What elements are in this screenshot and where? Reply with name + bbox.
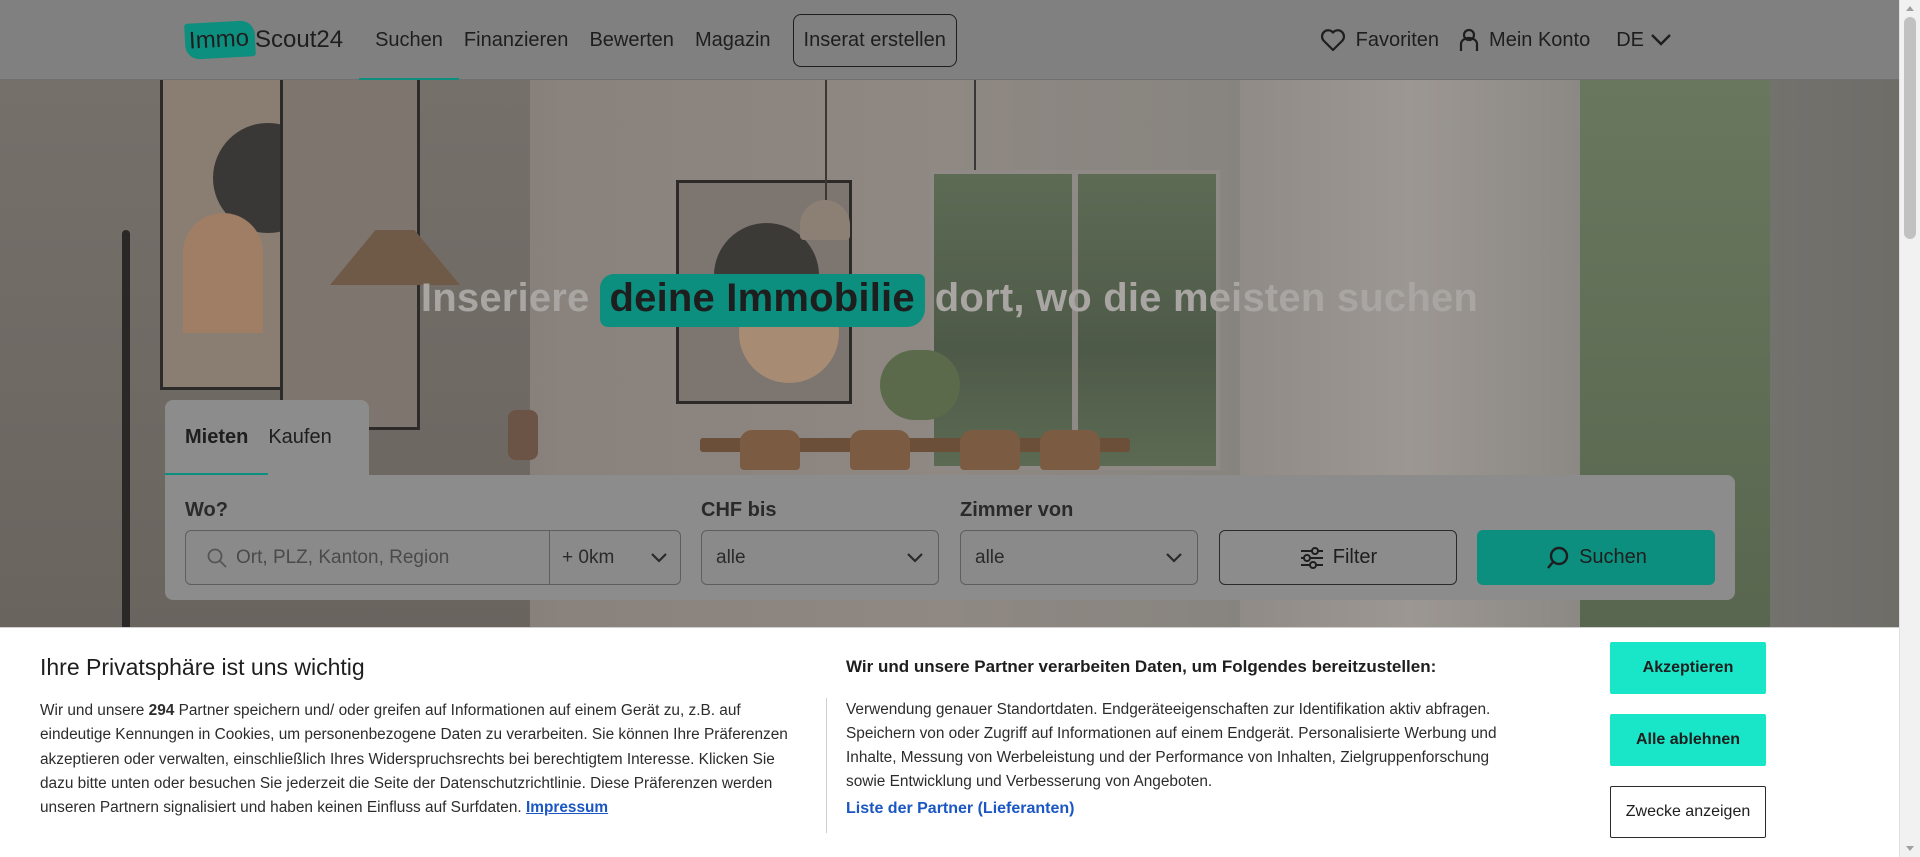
chevron-down-icon [1166,552,1182,563]
location-placeholder: Ort, PLZ, Kanton, Region [236,546,450,568]
search-panel: Wo? Ort, PLZ, Kanton, Region + 0km CHF b… [165,475,1735,600]
radius-value: + 0km [562,546,615,568]
account-link[interactable]: Mein Konto [1459,28,1590,52]
filter-label: Filter [1332,546,1378,568]
nav-finanzieren[interactable]: Finanzieren [464,0,569,80]
price-select[interactable]: alle [701,530,939,585]
cookie-divider [826,698,827,833]
search-label: Suchen [1579,546,1647,568]
logo-immo: Immo [184,20,256,60]
logo-scout: Scout24 [255,26,344,53]
search-tabs: Mieten Kaufen [165,400,369,475]
cookie-text-after: Partner speichern und/ oder greifen auf … [40,702,788,817]
scrollbar-thumb[interactable] [1904,17,1916,239]
favorites-label: Favoriten [1355,28,1440,51]
headline-highlight: deine Immobilie [599,274,925,327]
accept-button[interactable]: Akzeptieren [1610,642,1766,694]
location-input[interactable]: Ort, PLZ, Kanton, Region [185,530,550,585]
cookie-text-before: Wir und unsere [40,702,149,719]
price-label: CHF bis [701,499,777,521]
hero-headline: Inseriere deine Immobilie dort, wo die mei… [0,274,1899,327]
chevron-down-icon [907,552,923,563]
chevron-down-icon [651,552,667,563]
partner-count: 294 [148,702,175,719]
rooms-value: alle [975,546,1005,568]
price-value: alle [716,546,746,568]
filter-button[interactable]: Filter [1219,530,1457,585]
scroll-down-arrow[interactable] [1906,846,1914,851]
headline-after: dort, wo die meisten suchen [934,276,1479,320]
tab-kaufen[interactable]: Kaufen [268,400,351,475]
scrollbar[interactable] [1899,0,1920,857]
partners-link[interactable]: Liste der Partner (Lieferanten) [846,800,1075,818]
reject-all-button[interactable]: Alle ablehnen [1610,714,1766,766]
main-nav: Suchen Finanzieren Bewerten Magazin Inse… [359,0,957,80]
nav-bewerten[interactable]: Bewerten [589,0,674,80]
search-button[interactable]: Suchen [1477,530,1715,585]
rooms-select[interactable]: alle [960,530,1198,585]
search-icon [1547,546,1569,569]
cookie-text: Wir und unsere 294 Partner speichern und… [40,699,810,820]
account-label: Mein Konto [1489,28,1591,51]
radius-select[interactable]: + 0km [549,530,681,585]
purposes-title: Wir und unsere Partner verarbeiten Daten… [846,657,1437,676]
favorites-link[interactable]: Favoriten [1320,28,1439,52]
rooms-label: Zimmer von [960,499,1074,521]
scroll-up-arrow[interactable] [1906,6,1914,11]
tab-mieten[interactable]: Mieten [165,400,269,475]
cookie-title: Ihre Privatsphäre ist uns wichtig [40,654,365,680]
user-icon [1459,28,1479,51]
language-selector[interactable]: DE [1616,29,1672,52]
chevron-down-icon [1651,34,1671,46]
sliders-icon [1300,546,1323,569]
search-icon [207,548,227,568]
cookie-banner: Ihre Privatsphäre ist uns wichtig Wir un… [0,627,1899,857]
impressum-link[interactable]: Impressum [526,799,608,816]
nav-magazin[interactable]: Magazin [695,0,771,80]
purposes-text: Verwendung genauer Standortdaten. Endger… [846,701,1497,790]
nav-suchen[interactable]: Suchen [359,0,459,80]
heart-icon [1320,29,1345,52]
create-listing-button[interactable]: Inserat erstellen [792,13,957,67]
where-label: Wo? [185,499,228,521]
headline-before: Inseriere [420,276,590,320]
logo[interactable]: Immo Scout24 [184,20,344,60]
show-purposes-button[interactable]: Zwecke anzeigen [1610,786,1766,838]
language-label: DE [1616,28,1644,51]
site-header: Immo Scout24 Suchen Finanzieren Bewerten … [0,0,1899,80]
